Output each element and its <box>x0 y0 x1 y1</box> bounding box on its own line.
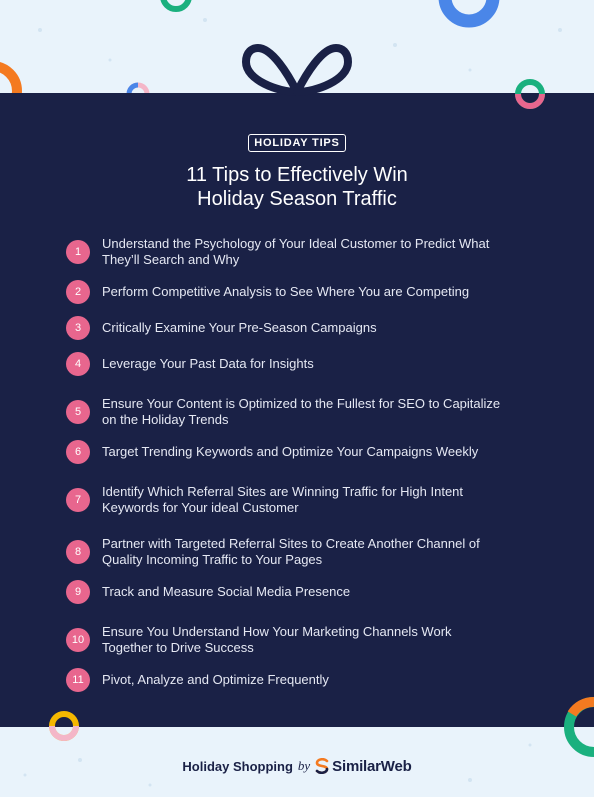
tip-line-2: They’ll Search and Why <box>102 252 240 267</box>
tip-item-4: 4 Leverage Your Past Data for Insights <box>66 352 536 376</box>
tip-number-badge: 10 <box>66 628 90 652</box>
tip-number-badge: 8 <box>66 540 90 564</box>
tip-text: Perform Competitive Analysis to See Wher… <box>102 284 470 299</box>
similarweb-brand: SimilarWeb <box>332 757 412 775</box>
yellow-ring-bottom <box>49 711 79 741</box>
tip-item-8: 8 Partner with Targeted Referral Sites t… <box>66 536 536 568</box>
title-line-2: Holiday Season Traffic <box>197 188 397 210</box>
infographic-page: HOLIDAY TIPS 11 Tips to Effectively Win … <box>0 0 594 797</box>
tip-text: Pivot, Analyze and Optimize Frequently <box>102 672 329 687</box>
tip-text: Identify Which Referral Sites are Winnin… <box>102 484 463 516</box>
tip-line-1: Identify Which Referral Sites are Winnin… <box>102 484 464 499</box>
tip-text: Ensure Your Content is Optimized to the … <box>102 396 500 428</box>
tip-item-10: 10 Ensure You Understand How Your Market… <box>66 624 536 656</box>
footer-by: by <box>297 758 311 773</box>
tip-text: Track and Measure Social Media Presence <box>102 584 351 599</box>
tip-item-5: 5 Ensure Your Content is Optimized to th… <box>66 396 536 428</box>
tip-text: Understand the Psychology of Your Ideal … <box>102 236 489 268</box>
tip-number-badge: 5 <box>66 400 90 424</box>
tip-text: Ensure You Understand How Your Marketing… <box>102 624 452 656</box>
similarweb-logo: SimilarWeb <box>315 757 412 775</box>
tip-line-2: Together to Drive Success <box>102 640 254 655</box>
bow-icon <box>242 44 352 96</box>
tip-item-2: 2 Perform Competitive Analysis to See Wh… <box>66 280 536 304</box>
tip-text: Leverage Your Past Data for Insights <box>102 356 314 371</box>
tip-line-1: Partner with Targeted Referral Sites to … <box>102 536 480 551</box>
title-line-1: 11 Tips to Effectively Win <box>186 164 408 186</box>
green-ring-top <box>160 0 192 12</box>
footer: Holiday Shopping by SimilarWeb <box>0 748 594 784</box>
tip-text: Critically Examine Your Pre-Season Campa… <box>102 320 377 335</box>
tip-line-1: Ensure Your Content is Optimized to the … <box>102 396 501 411</box>
tip-line-1: Understand the Psychology of Your Ideal … <box>102 236 490 251</box>
tip-item-7: 7 Identify Which Referral Sites are Winn… <box>66 484 536 516</box>
teal-ring-right <box>515 79 545 109</box>
tip-line-1: Ensure You Understand How Your Marketing… <box>102 624 452 639</box>
tip-number-badge: 3 <box>66 316 90 340</box>
tip-number-badge: 11 <box>66 668 90 692</box>
tip-text: Target Trending Keywords and Optimize Yo… <box>102 444 479 459</box>
tip-number-badge: 2 <box>66 280 90 304</box>
tip-number-badge: 4 <box>66 352 90 376</box>
footer-prefix: Holiday Shopping <box>182 758 293 774</box>
holiday-tips-badge: HOLIDAY TIPS <box>248 134 346 152</box>
tip-item-3: 3 Critically Examine Your Pre-Season Cam… <box>66 316 536 340</box>
tip-number-badge: 9 <box>66 580 90 604</box>
tip-item-1: 1 Understand the Psychology of Your Idea… <box>66 236 536 268</box>
tip-item-9: 9 Track and Measure Social Media Presenc… <box>66 580 536 604</box>
tip-number-badge: 7 <box>66 488 90 512</box>
tip-item-11: 11 Pivot, Analyze and Optimize Frequentl… <box>66 668 536 692</box>
tip-line-2: Quality Incoming Traffic to Your Pages <box>102 552 323 567</box>
tip-number-badge: 1 <box>66 240 90 264</box>
blue-ring-top <box>438 0 500 28</box>
page-title: 11 Tips to Effectively Win Holiday Seaso… <box>0 163 594 211</box>
similarweb-logo-icon <box>315 758 329 774</box>
tip-item-6: 6 Target Trending Keywords and Optimize … <box>66 440 536 464</box>
tip-text: Partner with Targeted Referral Sites to … <box>102 536 480 568</box>
tip-number-badge: 6 <box>66 440 90 464</box>
tip-line-2: Keywords for Your ideal Customer <box>102 500 299 515</box>
tip-line-2: on the Holiday Trends <box>102 412 229 427</box>
